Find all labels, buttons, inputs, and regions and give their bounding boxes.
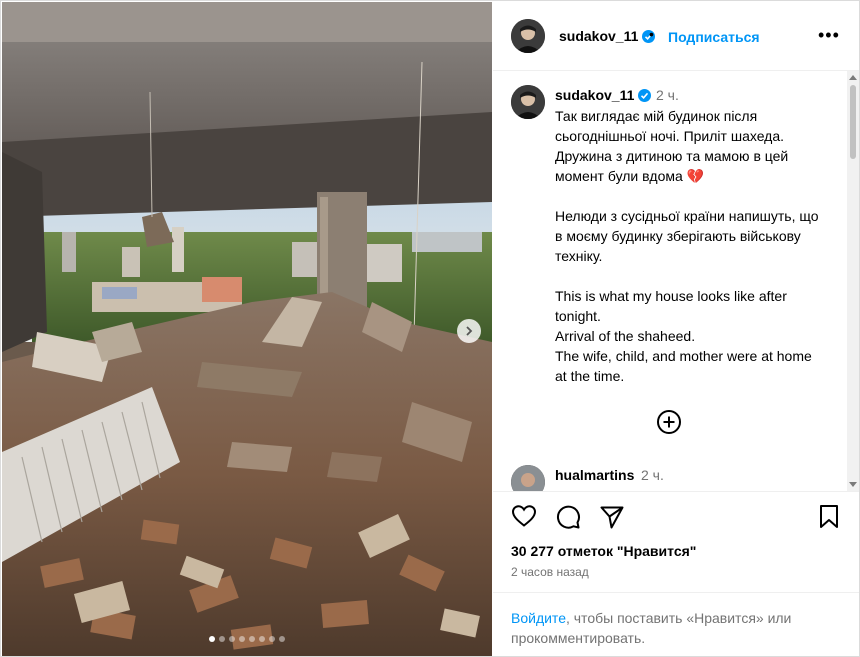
username-text: sudakov_11 bbox=[559, 28, 639, 44]
comments-scrollbar[interactable] bbox=[847, 71, 859, 491]
carousel-dot bbox=[269, 636, 275, 642]
more-options-icon[interactable]: ••• bbox=[818, 26, 840, 44]
comment-time: 2 ч. bbox=[641, 467, 664, 483]
carousel-dot bbox=[209, 636, 215, 642]
carousel-dots bbox=[2, 636, 492, 642]
comments-section[interactable]: sudakov_11 2 ч. Так виглядає мій будинок… bbox=[493, 71, 859, 492]
login-prompt: Войдите, чтобы поставить «Нравится» или … bbox=[493, 592, 859, 656]
caption-time[interactable]: 2 ч. bbox=[656, 87, 679, 103]
login-link[interactable]: Войдите bbox=[511, 610, 566, 626]
carousel-dot bbox=[239, 636, 245, 642]
carousel-dot bbox=[259, 636, 265, 642]
destroyed-apartment-image bbox=[2, 2, 492, 656]
post-header: sudakov_11 • Подписаться ••• bbox=[493, 2, 859, 71]
share-icon[interactable] bbox=[599, 504, 625, 535]
heart-icon[interactable] bbox=[511, 504, 537, 533]
comment-icon[interactable] bbox=[555, 504, 581, 535]
carousel-dot bbox=[219, 636, 225, 642]
post-time-ago: 2 часов назад bbox=[511, 565, 589, 579]
scroll-up-arrow-icon[interactable] bbox=[849, 75, 857, 80]
avatar[interactable] bbox=[511, 19, 545, 53]
post-author-username[interactable]: sudakov_11 bbox=[559, 28, 656, 44]
add-comment-icon[interactable] bbox=[656, 409, 682, 440]
avatar[interactable] bbox=[511, 465, 545, 491]
likes-count[interactable]: 30 277 отметок "Нравится" bbox=[511, 543, 696, 559]
verified-badge-icon bbox=[638, 89, 652, 102]
post-caption: Так виглядає мій будинок після сьогодніш… bbox=[555, 108, 819, 384]
post-side-panel: sudakov_11 • Подписаться ••• sudakov_11 … bbox=[493, 2, 859, 656]
carousel-dot bbox=[229, 636, 235, 642]
username-text: sudakov_11 bbox=[555, 87, 635, 103]
chevron-right-icon bbox=[466, 326, 473, 336]
carousel-next-button[interactable] bbox=[457, 319, 481, 343]
bookmark-icon[interactable] bbox=[818, 504, 840, 535]
profile-photo-icon bbox=[511, 19, 545, 53]
caption-username[interactable]: sudakov_11 bbox=[555, 87, 652, 103]
follow-button[interactable]: Подписаться bbox=[668, 29, 760, 45]
profile-photo-icon bbox=[511, 85, 545, 119]
post-dialog: sudakov_11 • Подписаться ••• sudakov_11 … bbox=[0, 0, 860, 657]
plus-circle-icon bbox=[657, 410, 681, 434]
login-prompt-text: Войдите, чтобы поставить «Нравится» или … bbox=[511, 608, 831, 648]
profile-photo-icon bbox=[511, 465, 545, 491]
scrollbar-thumb[interactable] bbox=[850, 85, 856, 159]
scroll-down-arrow-icon[interactable] bbox=[849, 482, 857, 487]
post-actions bbox=[493, 492, 859, 536]
carousel-dot bbox=[249, 636, 255, 642]
comment-username[interactable]: hualmartins bbox=[555, 467, 634, 483]
header-separator: • bbox=[649, 26, 654, 42]
carousel-dot bbox=[279, 636, 285, 642]
post-photo[interactable] bbox=[2, 2, 492, 656]
avatar[interactable] bbox=[511, 85, 545, 119]
